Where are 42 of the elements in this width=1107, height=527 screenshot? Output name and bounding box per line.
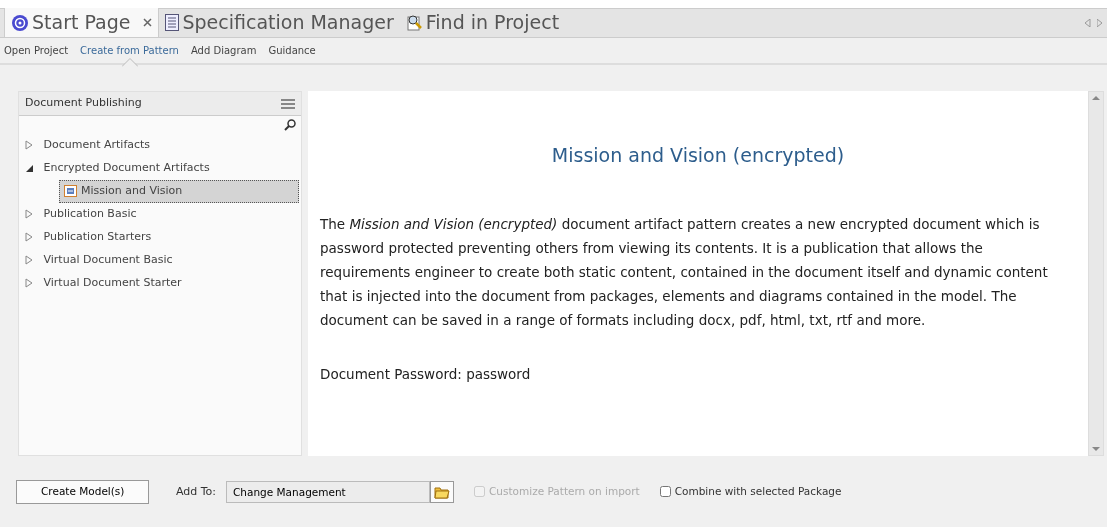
scrollbar[interactable] [1088,91,1104,456]
tree-item[interactable]: Publication Starters [19,225,301,249]
magnifier-document-icon [405,14,423,31]
tree-item[interactable]: Publication Basic [19,202,301,226]
tab[interactable]: Specification Manager [159,8,400,37]
pointer-icon [121,58,138,67]
expand-arrow-icon[interactable] [25,278,34,288]
checkbox-option[interactable]: Combine with selected Package [659,484,842,500]
scroll-right-icon[interactable] [1097,19,1103,27]
close-icon[interactable] [143,18,153,27]
scroll-left-icon[interactable] [1085,19,1091,27]
expand-arrow-icon[interactable] [25,209,34,219]
browse-button[interactable] [430,480,454,503]
menu-icon[interactable] [281,98,295,109]
expand-arrow-icon[interactable] [25,140,34,150]
nav-link[interactable]: Create from Pattern [80,43,179,58]
add-to-field[interactable]: Change Management [226,480,430,503]
nav-link[interactable]: Add Diagram [190,43,257,58]
nav-link[interactable]: Open Project [4,43,69,58]
tree-item[interactable]: Virtual Document Basic [19,248,301,272]
folder-icon [434,484,450,499]
document-title: Mission and Vision (encrypted) [550,143,846,168]
search-icon[interactable] [283,118,296,131]
tab[interactable]: Find in Project [399,8,566,37]
paragraph: Document Password: password [320,364,532,384]
expand-arrow-icon[interactable] [25,232,34,242]
panel-title: Document Publishing [25,95,142,112]
expand-arrow-icon[interactable] [25,255,34,265]
nav-link[interactable]: Guidance [268,43,316,58]
tree-item[interactable]: Document Artifacts [19,133,301,157]
logo-icon [11,13,29,32]
tree-item[interactable]: Encrypted Document Artifacts [19,156,301,180]
checkbox[interactable] [659,486,671,498]
tree-item[interactable]: Mission and Vision [59,179,299,203]
collapse-arrow-icon[interactable] [25,163,34,173]
document-icon [64,185,77,197]
create-model-button[interactable]: Create Model(s) [16,480,150,504]
field-label: Add To: [175,483,216,500]
paragraph: The Mission and Vision (encrypted) document artifact pattern creates a new encrypted document which is password protected preventing others from viewing its contents. It is a publication that allows the requirements engineer to create both static content, contained in the document itself and dynamic content that is injected into the document from packages, elements and diagrams contained in the model. The document can be saved in a range of formats including docx, pdf, html, txt, rtf and more. [320,214,1049,330]
tab[interactable]: Start Page [4,8,160,37]
document-icon [165,14,180,31]
tree-item[interactable]: Virtual Document Starter [19,271,301,295]
